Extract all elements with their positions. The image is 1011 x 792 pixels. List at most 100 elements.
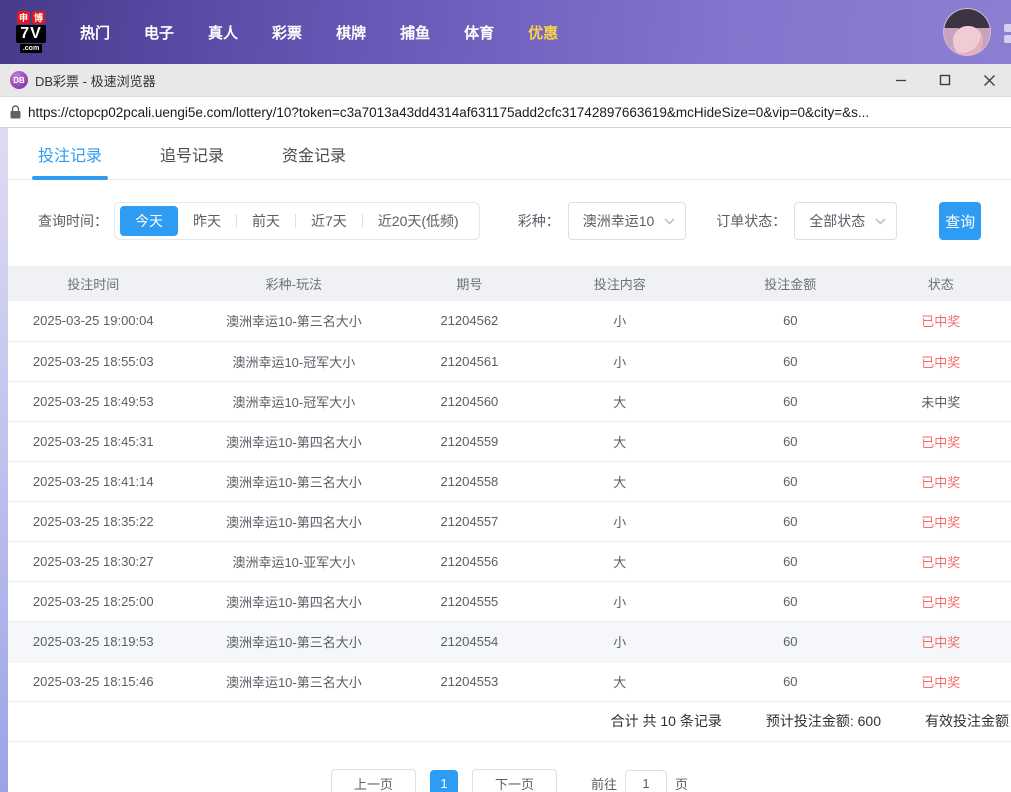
cell-status: 已中奖: [870, 501, 1011, 542]
next-page-button[interactable]: 下一页: [471, 768, 557, 792]
nav-promo[interactable]: 优惠: [528, 22, 558, 43]
column-header: 投注时间: [8, 266, 179, 301]
logo-badge-bo: 博: [32, 11, 45, 24]
browser-app-icon: DB: [10, 71, 28, 89]
nav-lottery[interactable]: 彩票: [272, 22, 302, 43]
cell-game: 澳洲幸运10-第三名大小: [178, 661, 410, 702]
cell-status: 已中奖: [870, 581, 1011, 622]
cell-time: 2025-03-25 18:19:53: [8, 621, 179, 662]
nav-sports[interactable]: 体育: [464, 22, 494, 43]
close-icon: [983, 74, 995, 86]
maximize-button[interactable]: [923, 64, 967, 96]
logo-badge-shen: 申: [17, 11, 30, 24]
cell-status: 已中奖: [870, 661, 1011, 702]
site-logo[interactable]: 申 博 7V .com: [8, 11, 54, 53]
cell-game: 澳洲幸运10-第四名大小: [178, 581, 410, 622]
cell-status: 已中奖: [870, 461, 1011, 502]
window-controls: [879, 64, 1011, 96]
cell-time: 2025-03-25 18:49:53: [8, 381, 179, 422]
summary-bar: 合计 共 10 条记录 预计投注金额: 600 有效投注金额: [8, 702, 1011, 742]
tab-fund-records[interactable]: 资金记录: [282, 128, 346, 179]
summary-expected-amount: 预计投注金额: 600: [765, 713, 881, 729]
url-text[interactable]: https://ctopcp02pcali.uengi5e.com/lotter…: [28, 105, 869, 120]
cell-content: 小: [529, 621, 711, 662]
cell-time: 2025-03-25 18:45:31: [8, 421, 179, 462]
cell-game: 澳洲幸运10-亚军大小: [178, 541, 410, 582]
screen: 申 博 7V .com 热门 电子 真人 彩票 棋牌 捕鱼 体育 优惠 DB DB彩票 - 极…: [0, 0, 1011, 792]
minimize-icon: [896, 79, 906, 82]
column-header: 状态: [870, 266, 1011, 301]
cell-issue: 21204562: [409, 301, 530, 342]
cell-issue: 21204558: [409, 461, 530, 502]
nav-fishing[interactable]: 捕鱼: [400, 22, 430, 43]
main-nav: 热门 电子 真人 彩票 棋牌 捕鱼 体育 优惠: [80, 22, 558, 43]
cell-amount: 60: [710, 541, 871, 582]
cell-issue: 21204555: [409, 581, 530, 622]
lottery-select[interactable]: 澳洲幸运10: [567, 202, 687, 240]
tab-chase-records[interactable]: 追号记录: [160, 128, 224, 179]
cell-issue: 21204553: [409, 661, 530, 702]
lottery-filter-label: 彩种：: [517, 213, 560, 229]
table-row: 2025-03-25 18:49:53 澳洲幸运10-冠军大小 21204560 大 6…: [8, 381, 1011, 422]
nav-live[interactable]: 真人: [208, 22, 238, 43]
cell-time: 2025-03-25 19:00:04: [8, 301, 179, 342]
prev-page-button[interactable]: 上一页: [330, 768, 416, 792]
nav-hot[interactable]: 热门: [80, 22, 110, 43]
cell-content: 大: [529, 381, 711, 422]
cell-amount: 60: [710, 581, 871, 622]
cutoff-edge-element: [1004, 24, 1011, 46]
cell-game: 澳洲幸运10-冠军大小: [178, 341, 410, 382]
table-row: 2025-03-25 18:55:03 澳洲幸运10-冠军大小 21204561 小 6…: [8, 341, 1011, 382]
nav-chess[interactable]: 棋牌: [336, 22, 366, 43]
table-row: 2025-03-25 18:25:00 澳洲幸运10-第四名大小 21204555 小…: [8, 581, 1011, 622]
search-button[interactable]: 查询: [939, 202, 981, 240]
cell-issue: 21204556: [409, 541, 530, 582]
cell-time: 2025-03-25 18:30:27: [8, 541, 179, 582]
cell-status: 已中奖: [870, 341, 1011, 382]
cell-issue: 21204557: [409, 501, 530, 542]
goto-page-input[interactable]: [625, 769, 668, 792]
cell-issue: 21204559: [409, 421, 530, 462]
cell-game: 澳洲幸运10-第三名大小: [178, 461, 410, 502]
cell-issue: 21204561: [409, 341, 530, 382]
cell-content: 大: [529, 661, 711, 702]
close-button[interactable]: [967, 64, 1011, 96]
table-header: 投注时间 彩种-玩法 期号 投注内容 投注金额 状态: [8, 266, 1011, 301]
cell-status: 已中奖: [870, 541, 1011, 582]
summary-total-count: 合计 共 10 条记录: [610, 713, 722, 729]
status-filter-label: 订单状态：: [716, 213, 787, 229]
table-row: 2025-03-25 19:00:04 澳洲幸运10-第三名大小 21204562 小…: [8, 301, 1011, 342]
window-title: DB彩票 - 极速浏览器: [35, 73, 156, 89]
time-option-2[interactable]: 前天: [237, 206, 295, 236]
table-row: 2025-03-25 18:45:31 澳洲幸运10-第四名大小 21204559 大…: [8, 421, 1011, 462]
time-option-1[interactable]: 昨天: [178, 206, 236, 236]
lock-icon: [10, 105, 21, 119]
cell-amount: 60: [710, 341, 871, 382]
logo-suffix-text: .com: [19, 44, 43, 53]
tab-bet-records[interactable]: 投注记录: [31, 128, 109, 180]
column-header: 投注金额: [710, 266, 871, 301]
minimize-button[interactable]: [879, 64, 923, 96]
cell-time: 2025-03-25 18:35:22: [8, 501, 179, 542]
bet-records-table: 投注时间 彩种-玩法 期号 投注内容 投注金额 状态 2025-03-25 19:00:0…: [8, 266, 1011, 702]
table-row: 2025-03-25 18:19:53 澳洲幸运10-第三名大小 21204554 小…: [8, 621, 1011, 662]
user-avatar[interactable]: [943, 8, 991, 56]
cell-status: 已中奖: [870, 421, 1011, 462]
column-header: 彩种-玩法: [178, 266, 410, 301]
logo-badges: 申 博: [17, 11, 45, 24]
cell-amount: 60: [710, 381, 871, 422]
browser-urlbar[interactable]: https://ctopcp02pcali.uengi5e.com/lotter…: [0, 97, 1011, 128]
nav-slots[interactable]: 电子: [144, 22, 174, 43]
time-option-0[interactable]: 今天: [120, 206, 178, 236]
cell-amount: 60: [710, 621, 871, 662]
current-page-button[interactable]: 1: [429, 769, 458, 792]
time-option-3[interactable]: 近7天: [296, 206, 362, 236]
site-header: 申 博 7V .com 热门 电子 真人 彩票 棋牌 捕鱼 体育 优惠: [0, 0, 1011, 64]
cell-amount: 60: [710, 461, 871, 502]
cell-content: 小: [529, 501, 711, 542]
time-range-group: 今天 昨天 前天 近7天 近20天(低频): [114, 202, 480, 240]
table-body: 2025-03-25 19:00:04 澳洲幸运10-第三名大小 21204562 小…: [8, 301, 1011, 702]
cell-issue: 21204554: [409, 621, 530, 662]
order-status-select[interactable]: 全部状态: [794, 202, 898, 240]
time-option-4[interactable]: 近20天(低频): [363, 206, 474, 236]
